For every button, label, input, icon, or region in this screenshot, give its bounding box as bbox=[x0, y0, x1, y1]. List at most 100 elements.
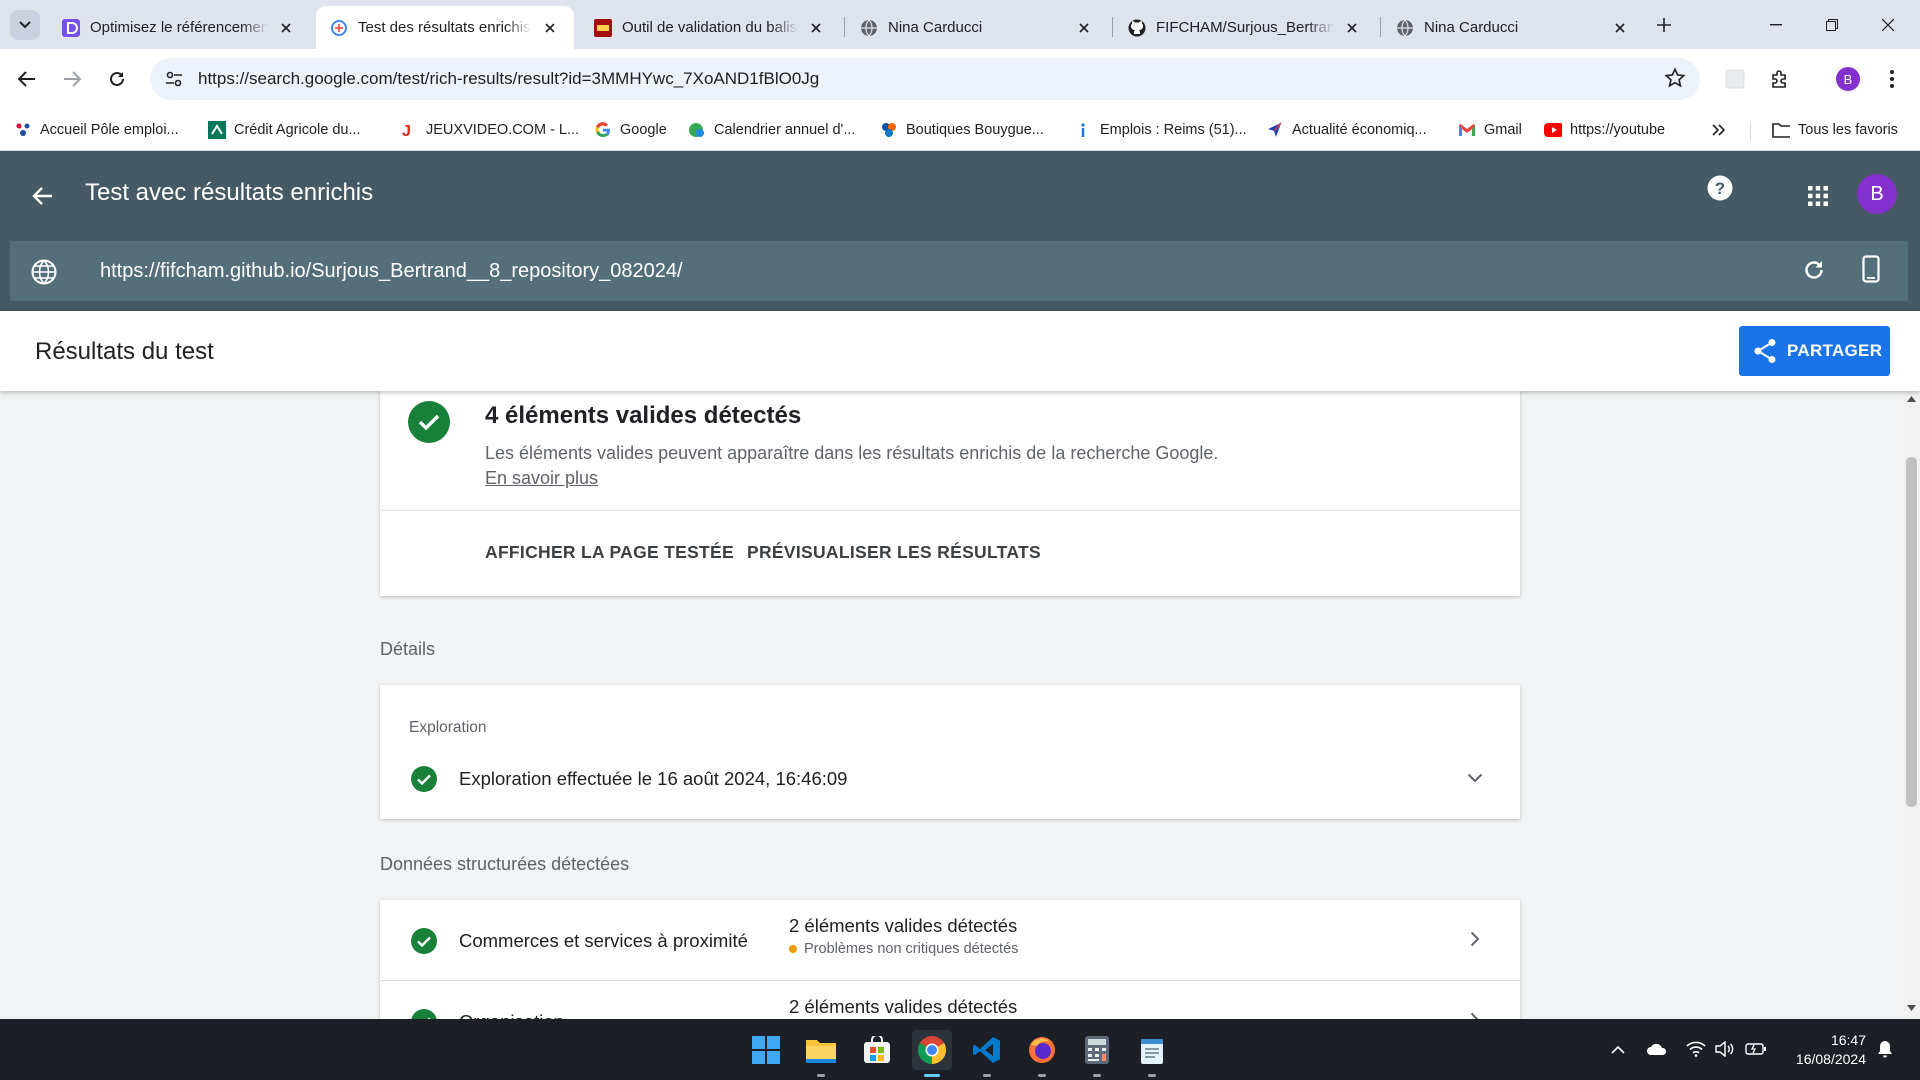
tested-url-bar: https://fifcham.github.io/Surjous_Bertra… bbox=[0, 241, 1920, 311]
chevron-down-icon[interactable] bbox=[1467, 773, 1483, 783]
wifi-icon[interactable] bbox=[1684, 1037, 1708, 1061]
github-icon bbox=[1128, 19, 1146, 37]
globe-icon bbox=[1396, 19, 1414, 37]
scroll-up-arrow-icon[interactable] bbox=[1907, 396, 1916, 402]
battery-icon[interactable] bbox=[1744, 1037, 1768, 1061]
close-icon[interactable] bbox=[1074, 18, 1094, 38]
notification-bell-icon[interactable] bbox=[1873, 1037, 1897, 1061]
notepad-icon[interactable] bbox=[1132, 1030, 1172, 1077]
browser-tab-5[interactable]: FIFCHAM/Surjous_Bertrand bbox=[1114, 6, 1376, 49]
arrow-left-icon bbox=[31, 186, 53, 206]
preview-results-button[interactable]: PRÉVISUALISER LES RÉSULTATS bbox=[747, 542, 1041, 563]
structured-data-row[interactable]: Commerces et services à proximité 2 élém… bbox=[380, 900, 1520, 980]
address-url: https://search.google.com/test/rich-resu… bbox=[198, 69, 820, 88]
google-icon bbox=[594, 121, 612, 139]
browser-menu-button[interactable] bbox=[1874, 61, 1910, 97]
more-bookmarks-button[interactable] bbox=[1712, 117, 1726, 143]
bookmark-item[interactable]: J JEUXVIDEO.COM - L... bbox=[400, 117, 579, 143]
tab-search-button[interactable] bbox=[4, 0, 46, 49]
firefox-icon[interactable] bbox=[1022, 1030, 1062, 1077]
arrow-left-icon bbox=[18, 71, 36, 87]
puzzle-icon bbox=[1770, 69, 1790, 89]
globe-icon bbox=[31, 259, 57, 285]
running-indicator bbox=[924, 1074, 940, 1077]
structured-data-row[interactable]: Organisation 2 éléments valides détectés bbox=[380, 981, 1520, 1019]
share-icon bbox=[1753, 338, 1777, 364]
share-button[interactable]: PARTAGER bbox=[1739, 326, 1890, 376]
rich-results-icon bbox=[330, 19, 348, 37]
calculator-icon[interactable] bbox=[1077, 1030, 1117, 1077]
jeuxvideo-icon: J bbox=[400, 121, 418, 139]
bookmark-item[interactable]: Calendrier annuel d'... bbox=[688, 117, 855, 143]
bookmark-item[interactable]: Gmail bbox=[1458, 117, 1522, 143]
running-indicator bbox=[817, 1074, 825, 1077]
microsoft-store-icon[interactable] bbox=[857, 1030, 897, 1070]
close-icon[interactable] bbox=[1342, 18, 1362, 38]
profile-button[interactable]: B bbox=[1830, 61, 1866, 97]
help-button[interactable]: ? bbox=[1704, 172, 1736, 204]
close-icon[interactable] bbox=[540, 18, 560, 38]
extensions-button[interactable] bbox=[1762, 61, 1798, 97]
minimize-icon bbox=[1770, 23, 1782, 26]
chrome-icon[interactable] bbox=[912, 1030, 952, 1077]
restore-button[interactable] bbox=[1804, 0, 1860, 49]
bookmark-item[interactable]: Crédit Agricole du... bbox=[208, 117, 361, 143]
close-window-button[interactable] bbox=[1860, 0, 1916, 49]
new-tab-button[interactable] bbox=[1644, 0, 1684, 49]
browser-tab-3[interactable]: Outil de validation du balisage bbox=[580, 6, 840, 49]
back-arrow-button[interactable] bbox=[24, 178, 60, 214]
bookmark-item[interactable]: Emplois : Reims (51)... bbox=[1074, 117, 1247, 143]
scrollbar-thumb[interactable] bbox=[1906, 457, 1917, 807]
retest-refresh-icon[interactable] bbox=[1802, 258, 1826, 282]
bookmark-star-icon[interactable] bbox=[1664, 67, 1686, 89]
file-explorer-icon[interactable] bbox=[801, 1030, 841, 1077]
news-arrow-icon bbox=[1266, 121, 1284, 139]
system-clock[interactable]: 16:47 16/08/2024 bbox=[1786, 1031, 1866, 1069]
crawl-card[interactable]: Exploration Exploration effectuée le 16 … bbox=[380, 685, 1520, 819]
reload-button[interactable] bbox=[99, 61, 135, 97]
bookmark-item[interactable]: Google bbox=[594, 117, 667, 143]
course-icon bbox=[62, 18, 80, 37]
site-info-icon[interactable] bbox=[154, 58, 194, 100]
page-scrollbar[interactable] bbox=[1903, 391, 1920, 1019]
svg-text:J: J bbox=[402, 123, 411, 139]
all-bookmarks-folder[interactable]: Tous les favoris bbox=[1772, 117, 1898, 143]
vscode-icon[interactable] bbox=[967, 1030, 1007, 1077]
apps-button[interactable] bbox=[1800, 178, 1836, 214]
learn-more-link[interactable]: En savoir plus bbox=[485, 468, 598, 488]
onedrive-cloud-icon[interactable] bbox=[1645, 1037, 1669, 1061]
bookmark-item[interactable]: Accueil Pôle emploi... bbox=[14, 117, 179, 143]
browser-tab-2-active[interactable]: Test des résultats enrichis bbox=[316, 6, 574, 49]
back-button[interactable] bbox=[9, 61, 45, 97]
account-avatar[interactable]: B bbox=[1857, 174, 1897, 214]
forward-button[interactable] bbox=[54, 61, 90, 97]
browser-tab-6[interactable]: Nina Carducci bbox=[1382, 6, 1644, 49]
view-tested-page-button[interactable]: AFFICHER LA PAGE TESTÉE bbox=[485, 542, 734, 563]
close-icon[interactable] bbox=[1610, 18, 1630, 38]
bookmark-item[interactable]: Boutiques Bouygue... bbox=[880, 117, 1044, 143]
tested-url-field[interactable]: https://fifcham.github.io/Surjous_Bertra… bbox=[10, 241, 1908, 301]
results-content: 4 éléments valides détectés Les éléments… bbox=[0, 391, 1903, 1019]
close-icon[interactable] bbox=[276, 18, 296, 38]
extension-button[interactable] bbox=[1717, 61, 1753, 97]
restore-icon bbox=[1826, 18, 1838, 31]
close-icon[interactable] bbox=[806, 18, 826, 38]
mobile-device-icon[interactable] bbox=[1862, 255, 1880, 283]
close-icon bbox=[1882, 18, 1894, 31]
clock-time: 16:47 bbox=[1830, 1032, 1866, 1048]
address-bar[interactable]: https://search.google.com/test/rich-resu… bbox=[150, 58, 1700, 100]
summary-description: Les éléments valides peuvent apparaître … bbox=[485, 443, 1219, 488]
structured-data-type: Commerces et services à proximité bbox=[459, 930, 748, 951]
validator-icon bbox=[594, 18, 612, 37]
apps-grid-icon bbox=[1808, 186, 1828, 206]
windows-start-icon[interactable] bbox=[746, 1030, 786, 1070]
minimize-button[interactable] bbox=[1748, 0, 1804, 49]
browser-tab-1[interactable]: Optimisez le référencement bbox=[48, 6, 310, 49]
show-hidden-icons-button[interactable] bbox=[1606, 1037, 1630, 1061]
bookmark-item[interactable]: Actualité économiq... bbox=[1266, 117, 1427, 143]
scroll-down-arrow-icon[interactable] bbox=[1907, 1005, 1916, 1011]
results-header: Résultats du test PARTAGER bbox=[0, 311, 1920, 391]
browser-tab-4[interactable]: Nina Carducci bbox=[846, 6, 1108, 49]
volume-icon[interactable] bbox=[1713, 1037, 1737, 1061]
bookmark-item[interactable]: https://youtube bbox=[1544, 117, 1665, 143]
